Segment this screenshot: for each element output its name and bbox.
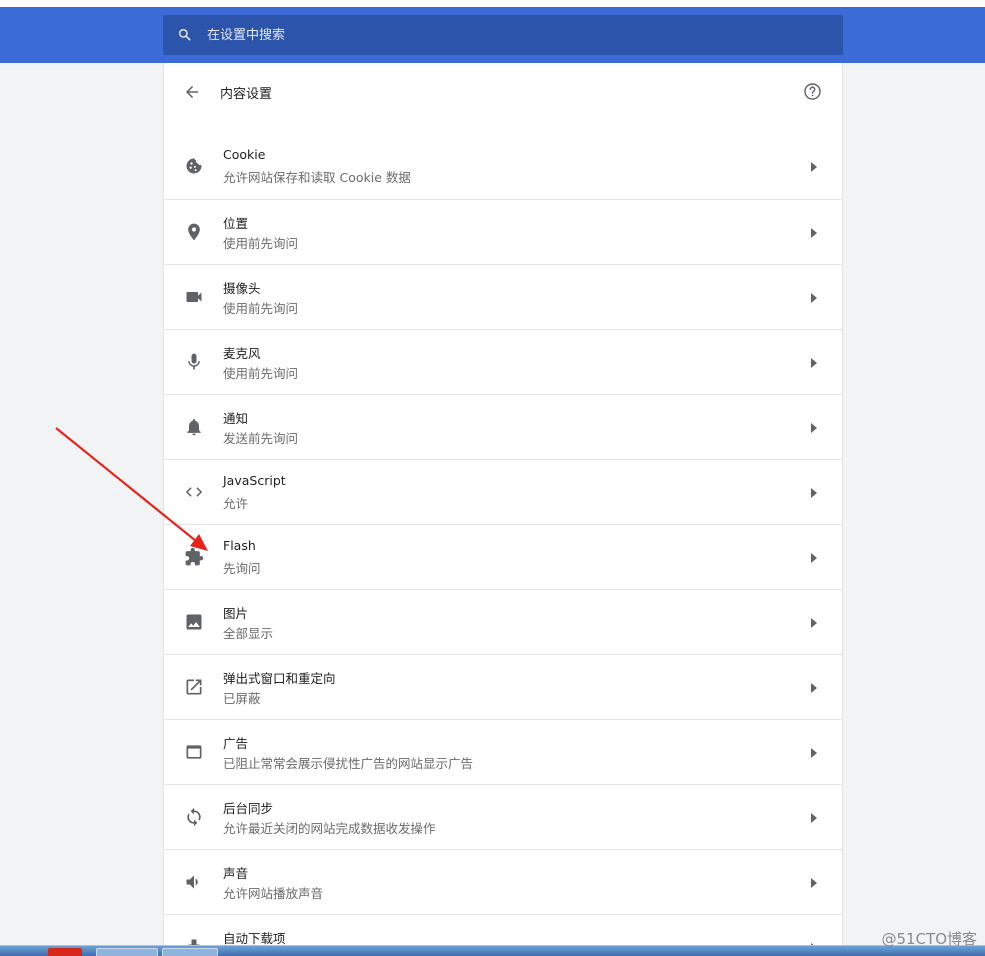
code-icon [184, 482, 204, 502]
back-arrow-icon[interactable] [182, 82, 202, 102]
settings-toolbar [0, 7, 985, 63]
image-icon [184, 612, 204, 632]
setting-label: 通知 [223, 411, 249, 426]
chevron-right-icon [810, 618, 818, 628]
search-input[interactable] [207, 15, 843, 55]
chevron-right-icon [810, 813, 818, 823]
setting-sublabel: 已阻止常常会展示侵扰性广告的网站显示广告 [223, 756, 474, 771]
setting-row-images[interactable]: 图片 全部显示 [164, 589, 842, 654]
setting-sublabel: 发送前先询问 [223, 431, 299, 446]
setting-label: 弹出式窗口和重定向 [223, 671, 336, 686]
setting-row-sound[interactable]: 声音 允许网站播放声音 [164, 849, 842, 914]
setting-sublabel: 使用前先询问 [223, 236, 299, 251]
open-in-new-icon [184, 677, 204, 697]
setting-row-javascript[interactable]: JavaScript 允许 [164, 459, 842, 524]
window-top-strip [0, 0, 985, 7]
setting-label: 广告 [223, 736, 249, 751]
setting-label: 声音 [223, 866, 249, 881]
settings-list: Cookie 允许网站保存和读取 Cookie 数据 位置 使用前先询问 摄像头… [164, 134, 842, 947]
chevron-right-icon [810, 488, 818, 498]
watermark: @51CTO博客 [881, 930, 977, 948]
volume-icon [184, 872, 204, 892]
chevron-right-icon [810, 358, 818, 368]
camera-icon [184, 287, 204, 307]
taskbar-item[interactable] [96, 948, 158, 956]
chevron-right-icon [810, 162, 818, 172]
taskbar-item[interactable] [162, 948, 218, 956]
setting-row-microphone[interactable]: 麦克风 使用前先询问 [164, 329, 842, 394]
setting-label: 位置 [223, 216, 249, 231]
setting-sublabel: 允许网站播放声音 [223, 886, 324, 901]
window-icon [184, 742, 204, 762]
setting-sublabel: 使用前先询问 [223, 301, 299, 316]
bell-icon [184, 417, 204, 437]
windows-taskbar [0, 945, 985, 956]
microphone-icon [184, 352, 204, 372]
setting-label: 图片 [223, 606, 249, 621]
chevron-right-icon [810, 293, 818, 303]
search-box[interactable] [163, 15, 843, 55]
setting-sublabel: 全部显示 [223, 626, 274, 641]
search-icon [177, 27, 193, 43]
setting-row-camera[interactable]: 摄像头 使用前先询问 [164, 264, 842, 329]
setting-sublabel: 允许 [223, 496, 249, 511]
setting-row-location[interactable]: 位置 使用前先询问 [164, 199, 842, 264]
puzzle-icon [184, 547, 204, 567]
page-title: 内容设置 [220, 87, 273, 102]
sync-icon [184, 807, 204, 827]
location-icon [184, 222, 204, 242]
setting-row-notifications[interactable]: 通知 发送前先询问 [164, 394, 842, 459]
setting-row-flash[interactable]: Flash 先询问 [164, 524, 842, 589]
taskbar-item[interactable] [48, 948, 82, 956]
cookie-icon [184, 156, 204, 176]
setting-label: JavaScript [223, 473, 286, 488]
setting-row-background-sync[interactable]: 后台同步 允许最近关闭的网站完成数据收发操作 [164, 784, 842, 849]
setting-sublabel: 已屏蔽 [223, 691, 261, 706]
chevron-right-icon [810, 553, 818, 563]
setting-sublabel: 允许最近关闭的网站完成数据收发操作 [223, 821, 436, 836]
chevron-right-icon [810, 423, 818, 433]
content-settings-card: 内容设置 Cookie 允许网站保存和读取 Cookie 数据 位置 使用前先询… [163, 63, 843, 947]
setting-label: Cookie [223, 147, 266, 162]
setting-label: 后台同步 [223, 801, 274, 816]
chevron-right-icon [810, 683, 818, 693]
setting-label: Flash [223, 538, 256, 553]
setting-row-popups[interactable]: 弹出式窗口和重定向 已屏蔽 [164, 654, 842, 719]
setting-sublabel: 使用前先询问 [223, 366, 299, 381]
chevron-right-icon [810, 228, 818, 238]
setting-sublabel: 先询问 [223, 561, 261, 576]
setting-row-ads[interactable]: 广告 已阻止常常会展示侵扰性广告的网站显示广告 [164, 719, 842, 784]
setting-row-cookie[interactable]: Cookie 允许网站保存和读取 Cookie 数据 [164, 134, 842, 199]
chevron-right-icon [810, 748, 818, 758]
subpage-header: 内容设置 [164, 63, 842, 135]
chevron-right-icon [810, 878, 818, 888]
setting-sublabel: 允许网站保存和读取 Cookie 数据 [223, 170, 411, 185]
setting-label: 摄像头 [223, 281, 261, 296]
setting-label: 麦克风 [223, 346, 261, 361]
help-icon[interactable] [802, 81, 822, 101]
setting-row-automatic-downloads[interactable]: 自动下载项 [164, 914, 842, 947]
